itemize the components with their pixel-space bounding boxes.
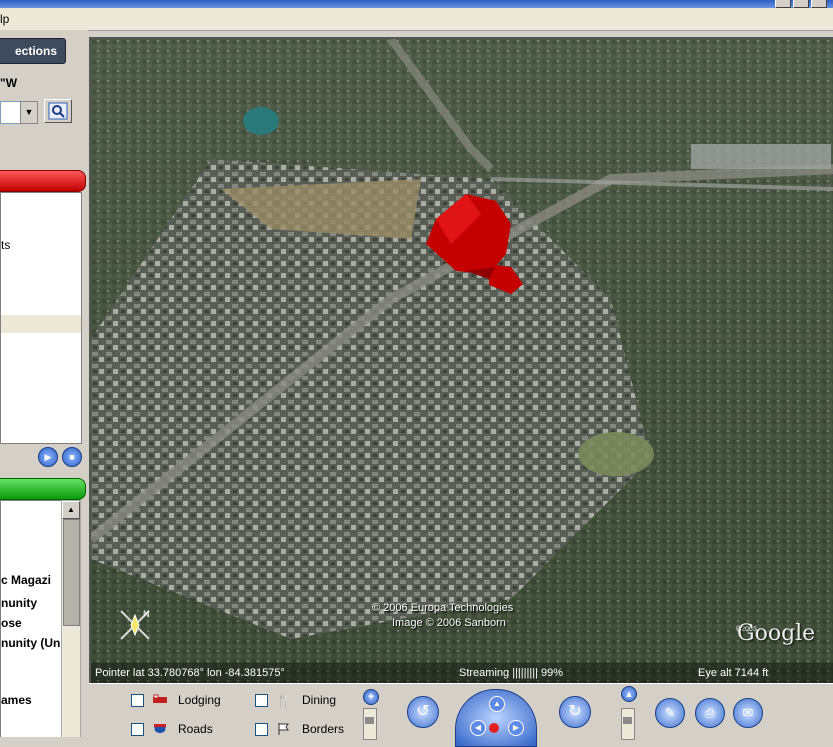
list-item[interactable]: ose bbox=[1, 616, 22, 630]
tilt-slider[interactable] bbox=[621, 708, 635, 740]
zoom-slider-knob[interactable] bbox=[365, 717, 374, 724]
search-magnifier-icon bbox=[48, 102, 68, 120]
copyright-sanborn: Image © 2006 Sanborn bbox=[392, 617, 506, 629]
dining-checkbox[interactable] bbox=[255, 693, 268, 707]
map-view[interactable]: © 2006 Europa Technologies Image © 2006 … bbox=[89, 37, 833, 683]
maximize-button[interactable] bbox=[793, 0, 809, 8]
tilt-slider-knob[interactable] bbox=[623, 717, 632, 724]
window-titlebar bbox=[0, 0, 833, 8]
fork-knife-icon: 🍴 bbox=[276, 694, 291, 708]
tab-directions[interactable]: ections bbox=[0, 38, 66, 64]
placemark-button[interactable]: ✎ bbox=[655, 698, 685, 728]
zoom-in-button[interactable]: + bbox=[363, 689, 379, 705]
list-item[interactable]: ames bbox=[1, 693, 32, 707]
zoom-slider[interactable] bbox=[363, 708, 377, 740]
flag-icon bbox=[278, 723, 289, 735]
navigation-controls: Lodging 🍴 Dining Roads Borders + ↺ ▲ ◀ ▶… bbox=[89, 683, 833, 747]
google-logo: Google bbox=[737, 621, 816, 646]
dining-label: Dining bbox=[302, 693, 337, 707]
selected-result-row[interactable] bbox=[1, 315, 81, 333]
list-item[interactable]: ts bbox=[1, 238, 10, 252]
layers-list: c Magazi nunity ose nunity (Un ames bbox=[0, 500, 64, 737]
minimize-button[interactable] bbox=[775, 0, 791, 8]
layer-roads[interactable]: Roads bbox=[131, 722, 213, 736]
layer-dining[interactable]: 🍴 Dining bbox=[255, 693, 337, 708]
coordinate-text: "W bbox=[0, 76, 18, 90]
layer-borders[interactable]: Borders bbox=[255, 722, 344, 736]
chevron-down-icon[interactable]: ▼ bbox=[20, 101, 38, 124]
pointer-coordinates: Pointer lat 33.780768° lon -84.381575° bbox=[95, 667, 285, 679]
close-button[interactable] bbox=[811, 0, 827, 8]
list-item[interactable]: nunity bbox=[1, 596, 37, 610]
list-item[interactable]: c Magazi bbox=[1, 573, 51, 587]
interstate-shield-icon bbox=[154, 724, 166, 733]
scrollbar-thumb[interactable] bbox=[63, 519, 80, 626]
lodging-label: Lodging bbox=[178, 693, 221, 707]
search-panel-header[interactable] bbox=[0, 170, 86, 192]
left-panel: ections "W ▼ ts ▶ ■ c Magazi nunity ose … bbox=[0, 30, 88, 737]
layer-lodging[interactable]: Lodging bbox=[131, 693, 221, 707]
bed-icon bbox=[153, 694, 167, 703]
tilt-up-button[interactable]: ▲ bbox=[621, 686, 637, 702]
roads-label: Roads bbox=[178, 722, 213, 736]
reset-view-button[interactable] bbox=[489, 723, 499, 733]
rotate-left-button[interactable]: ↺ bbox=[407, 696, 439, 728]
borders-label: Borders bbox=[302, 722, 345, 736]
email-button[interactable]: ✉ bbox=[733, 698, 763, 728]
menubar: lp bbox=[0, 8, 833, 31]
menu-help[interactable]: lp bbox=[0, 12, 9, 26]
aerial-imagery bbox=[91, 39, 833, 683]
print-button[interactable]: ⎙ bbox=[695, 698, 725, 728]
roads-checkbox[interactable] bbox=[131, 722, 144, 736]
streaming-status: Streaming ||||||||| 99% bbox=[459, 667, 563, 679]
compass-north-label: N bbox=[143, 609, 150, 619]
eye-altitude: Eye alt 7144 ft bbox=[698, 667, 769, 679]
borders-checkbox[interactable] bbox=[255, 722, 268, 736]
lodging-checkbox[interactable] bbox=[131, 693, 144, 707]
copyright-europa: © 2006 Europa Technologies bbox=[372, 602, 514, 614]
pan-right-button[interactable]: ▶ bbox=[508, 720, 524, 736]
pan-up-button[interactable]: ▲ bbox=[489, 696, 505, 712]
search-go-button[interactable] bbox=[44, 99, 72, 123]
stop-tour-button[interactable]: ■ bbox=[62, 447, 82, 467]
layers-scrollbar[interactable]: ▲ bbox=[61, 500, 81, 737]
search-results-list: ts bbox=[0, 192, 82, 444]
play-tour-button[interactable]: ▶ bbox=[38, 447, 58, 467]
pan-left-button[interactable]: ◀ bbox=[470, 720, 486, 736]
rotate-right-button[interactable]: ↻ bbox=[559, 696, 591, 728]
navigation-pad[interactable]: ▲ ◀ ▶ bbox=[455, 689, 537, 747]
window-buttons bbox=[775, 0, 827, 8]
layers-panel-header[interactable] bbox=[0, 478, 86, 500]
scroll-up-icon[interactable]: ▲ bbox=[62, 501, 80, 519]
list-item[interactable]: nunity (Un bbox=[1, 636, 60, 650]
status-bar: Pointer lat 33.780768° lon -84.381575° S… bbox=[91, 663, 833, 683]
